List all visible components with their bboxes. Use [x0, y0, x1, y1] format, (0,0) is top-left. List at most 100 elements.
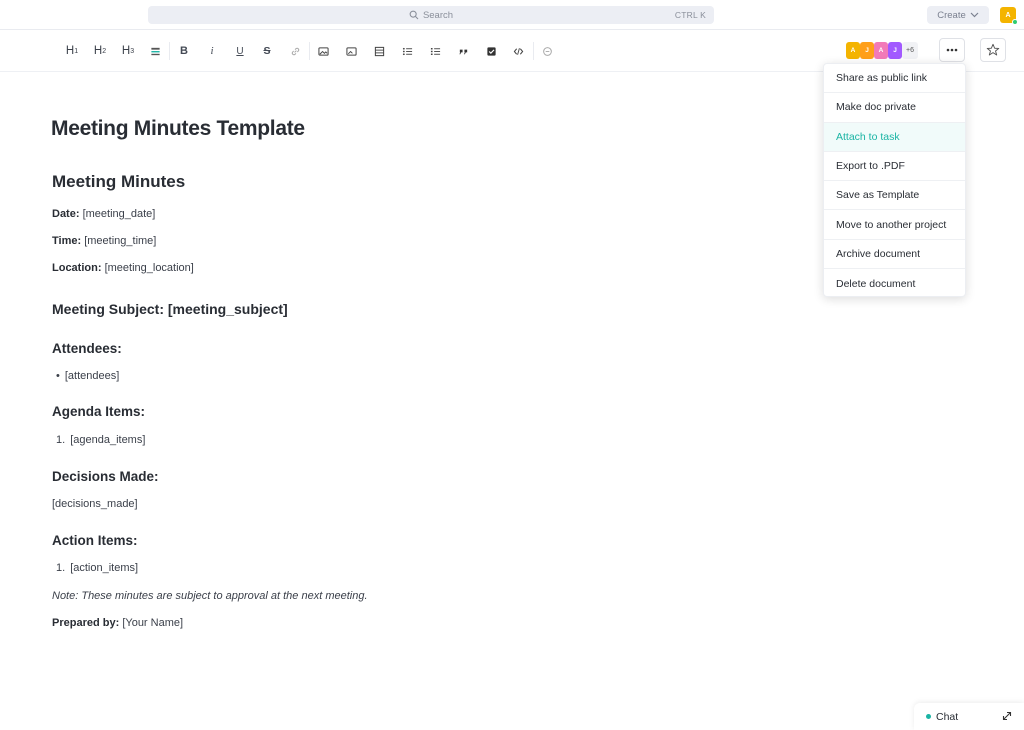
action-item: [action_items] [70, 562, 139, 574]
code-button[interactable] [511, 42, 525, 60]
heading-2-button[interactable]: H2 [92, 42, 108, 60]
search-placeholder: Search [422, 9, 454, 21]
text-block-icon [150, 47, 160, 55]
italic-label: i [210, 45, 214, 57]
numbered-list-button[interactable] [428, 42, 442, 60]
h3-sub: 3 [130, 47, 135, 55]
date-line: Date: [meeting_date] [52, 208, 155, 220]
avatar: J [860, 42, 874, 59]
heading-3-button[interactable]: H3 [120, 42, 136, 60]
avatar: A [874, 42, 888, 59]
search-icon [409, 10, 419, 20]
toolbar-separator [169, 42, 170, 60]
list-item: 1. [action_items] [56, 562, 138, 574]
bullet-list-button[interactable] [400, 42, 414, 60]
menu-item-make-private[interactable]: Make doc private [824, 93, 965, 123]
location-value: [meeting_location] [104, 262, 194, 274]
quote-button[interactable] [456, 42, 470, 60]
menu-item-save-template[interactable]: Save as Template [824, 181, 965, 211]
toolbar-separator [533, 42, 534, 60]
subject-heading: Meeting Subject: [meeting_subject] [52, 301, 288, 317]
comment-icon [542, 46, 552, 56]
avatar: J [888, 42, 902, 59]
time-label: Time: [52, 235, 82, 247]
menu-item-delete[interactable]: Delete document [824, 269, 965, 298]
embed-button[interactable] [344, 42, 358, 60]
more-options-button[interactable] [939, 38, 965, 62]
time-line: Time: [meeting_time] [52, 235, 156, 247]
expand-icon[interactable] [1002, 711, 1012, 721]
quote-icon [458, 49, 467, 54]
table-button[interactable] [372, 42, 386, 60]
decisions-value: [decisions_made] [52, 498, 138, 510]
approval-note: Note: These minutes are subject to appro… [52, 590, 368, 602]
attendees-heading: Attendees: [52, 341, 122, 356]
h2-sub: 2 [102, 47, 107, 55]
checklist-button[interactable] [484, 42, 498, 60]
menu-item-share-public-link[interactable]: Share as public link [824, 64, 965, 94]
avatar: A [846, 42, 860, 59]
more-options-menu: Share as public link Make doc private At… [823, 63, 966, 297]
decisions-heading: Decisions Made: [52, 469, 159, 484]
chat-widget[interactable]: Chat [914, 703, 1024, 730]
menu-item-move-project[interactable]: Move to another project [824, 210, 965, 240]
date-label: Date: [52, 208, 80, 220]
create-button[interactable]: Create [927, 6, 989, 24]
menu-item-export-pdf[interactable]: Export to .PDF [824, 152, 965, 182]
link-icon [291, 47, 299, 55]
list-number: 1. [56, 562, 66, 574]
h2-label: H [93, 45, 103, 57]
page-title: Meeting Minutes Template [51, 117, 305, 140]
checkbox-icon [486, 46, 496, 56]
bold-button[interactable]: B [178, 42, 190, 60]
online-status-icon [1012, 19, 1018, 25]
top-bar: Search CTRL K Create A [0, 0, 1024, 30]
collaborator-avatars[interactable]: A J A J +6 [846, 42, 918, 59]
list-number: 1. [56, 434, 66, 446]
action-heading: Action Items: [52, 533, 138, 548]
favorite-button[interactable] [980, 38, 1006, 62]
underline-button[interactable]: U [234, 42, 246, 60]
more-collaborators-count: +6 [902, 42, 918, 59]
chevron-down-icon [970, 12, 979, 18]
table-icon [374, 46, 384, 56]
heading-1-button[interactable]: H1 [64, 42, 80, 60]
h1-label: H [65, 45, 75, 57]
h3-label: H [121, 45, 131, 57]
prepared-value: [Your Name] [122, 617, 184, 629]
user-avatar[interactable]: A [1000, 7, 1018, 25]
list-item: • [attendees] [56, 370, 119, 382]
code-icon [513, 47, 523, 55]
menu-item-attach-to-task[interactable]: Attach to task [824, 122, 965, 152]
agenda-heading: Agenda Items: [52, 404, 146, 419]
search-shortcut: CTRL K [674, 10, 706, 20]
embed-icon [345, 46, 357, 56]
link-button[interactable] [288, 42, 302, 60]
strikethrough-button[interactable]: S [261, 42, 273, 60]
location-line: Location: [meeting_location] [52, 262, 194, 274]
strike-label: S [263, 45, 271, 57]
comment-button[interactable] [540, 42, 554, 60]
italic-button[interactable]: i [206, 42, 218, 60]
location-label: Location: [52, 262, 102, 274]
h1-sub: 1 [74, 47, 79, 55]
image-button[interactable] [316, 42, 330, 60]
search-bar[interactable]: Search CTRL K [148, 6, 714, 24]
create-label: Create [937, 9, 966, 21]
doc-heading: Meeting Minutes [52, 172, 186, 191]
numbered-list-icon [430, 47, 440, 55]
text-block-button[interactable] [148, 42, 162, 60]
chat-label: Chat [936, 710, 959, 723]
time-value: [meeting_time] [84, 235, 157, 247]
bullet-list-icon [402, 47, 412, 55]
prepared-line: Prepared by: [Your Name] [52, 617, 183, 629]
menu-item-archive[interactable]: Archive document [824, 240, 965, 270]
bold-label: B [180, 45, 188, 57]
prepared-label: Prepared by: [52, 617, 120, 629]
attendees-item: [attendees] [64, 370, 120, 382]
user-initial: A [1005, 11, 1011, 19]
bullet-icon: • [56, 370, 60, 382]
ellipsis-icon [946, 48, 958, 52]
underline-label: U [236, 45, 244, 57]
date-value: [meeting_date] [82, 208, 156, 220]
